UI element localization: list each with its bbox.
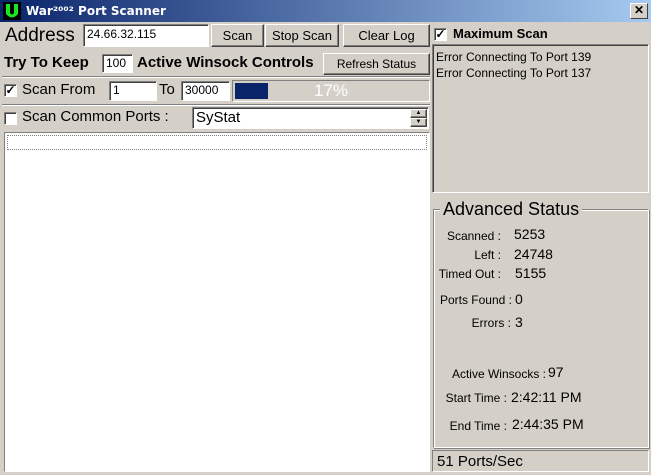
common-ports-checkbox[interactable] — [4, 112, 17, 125]
left-value: 24748 — [514, 246, 553, 262]
window-title: War²⁰⁰² Port Scanner — [26, 4, 166, 18]
active-winsocks-label: Active Winsocks : — [451, 367, 546, 381]
list-item[interactable] — [7, 135, 427, 150]
scan-button[interactable]: Scan — [211, 24, 264, 47]
progress-percent: 17% — [313, 81, 349, 100]
to-port-input[interactable]: 30000 — [181, 81, 230, 101]
refresh-status-button[interactable]: Refresh Status — [323, 53, 430, 75]
scan-log-list[interactable] — [4, 132, 430, 472]
clear-log-button[interactable]: Clear Log — [343, 24, 430, 47]
error-log[interactable]: Error Connecting To Port 139 Error Conne… — [432, 44, 649, 193]
timed-out-value: 5155 — [515, 265, 547, 281]
common-ports-label: Scan Common Ports : — [22, 108, 169, 125]
status-bar: 51 Ports/Sec — [432, 450, 649, 472]
keep-count-input[interactable]: 100 — [102, 54, 133, 73]
left-label: Left : — [474, 248, 501, 262]
start-time-label: Start Time : — [445, 391, 507, 405]
errors-label: Errors : — [471, 316, 511, 330]
address-label: Address — [5, 25, 75, 46]
start-time-value: 2:42:11 PM — [511, 389, 582, 405]
ports-found-value: 0 — [515, 291, 523, 307]
maximum-scan-label: Maximum Scan — [453, 26, 548, 41]
error-line-2: Error Connecting To Port 137 — [436, 66, 592, 80]
rate-text: 51 Ports/Sec — [437, 453, 523, 470]
divider — [2, 76, 430, 78]
scanned-value: 5253 — [514, 226, 546, 242]
advanced-status-title: Advanced Status — [440, 199, 583, 220]
spin-down-icon[interactable]: ▼ — [410, 118, 427, 127]
ports-found-label: Ports Found : — [439, 293, 512, 307]
address-input[interactable]: 24.66.32.115 — [83, 24, 209, 47]
common-ports-selected: SyStat — [196, 109, 241, 126]
try-to-keep-label: Try To Keep — [4, 54, 89, 71]
to-label: To — [159, 81, 175, 98]
from-port-input[interactable]: 1 — [109, 81, 157, 101]
maximum-scan-checkbox[interactable]: ✓ — [434, 28, 447, 41]
end-time-value: 2:44:35 PM — [512, 416, 584, 432]
spin-up-icon[interactable]: ▲ — [410, 109, 427, 118]
common-ports-select[interactable]: SyStat — [192, 107, 429, 129]
scan-from-label: Scan From — [22, 81, 96, 98]
active-winsocks-value: 97 — [548, 364, 564, 380]
spin-buttons[interactable]: ▲ ▼ — [410, 109, 427, 127]
stop-scan-button[interactable]: Stop Scan — [265, 24, 339, 47]
timed-out-label: Timed Out : — [438, 267, 501, 281]
progress-bar: 17% — [232, 80, 430, 102]
scan-from-checkbox[interactable]: ✓ — [4, 84, 17, 97]
errors-value: 3 — [515, 314, 523, 330]
divider — [2, 104, 430, 106]
scanned-label: Scanned : — [446, 229, 501, 243]
error-line-1: Error Connecting To Port 139 — [436, 50, 592, 64]
end-time-label: End Time : — [449, 419, 507, 433]
close-button[interactable]: ✕ — [630, 3, 648, 19]
active-winsock-label: Active Winsock Controls — [137, 54, 314, 71]
app-icon — [3, 2, 21, 20]
